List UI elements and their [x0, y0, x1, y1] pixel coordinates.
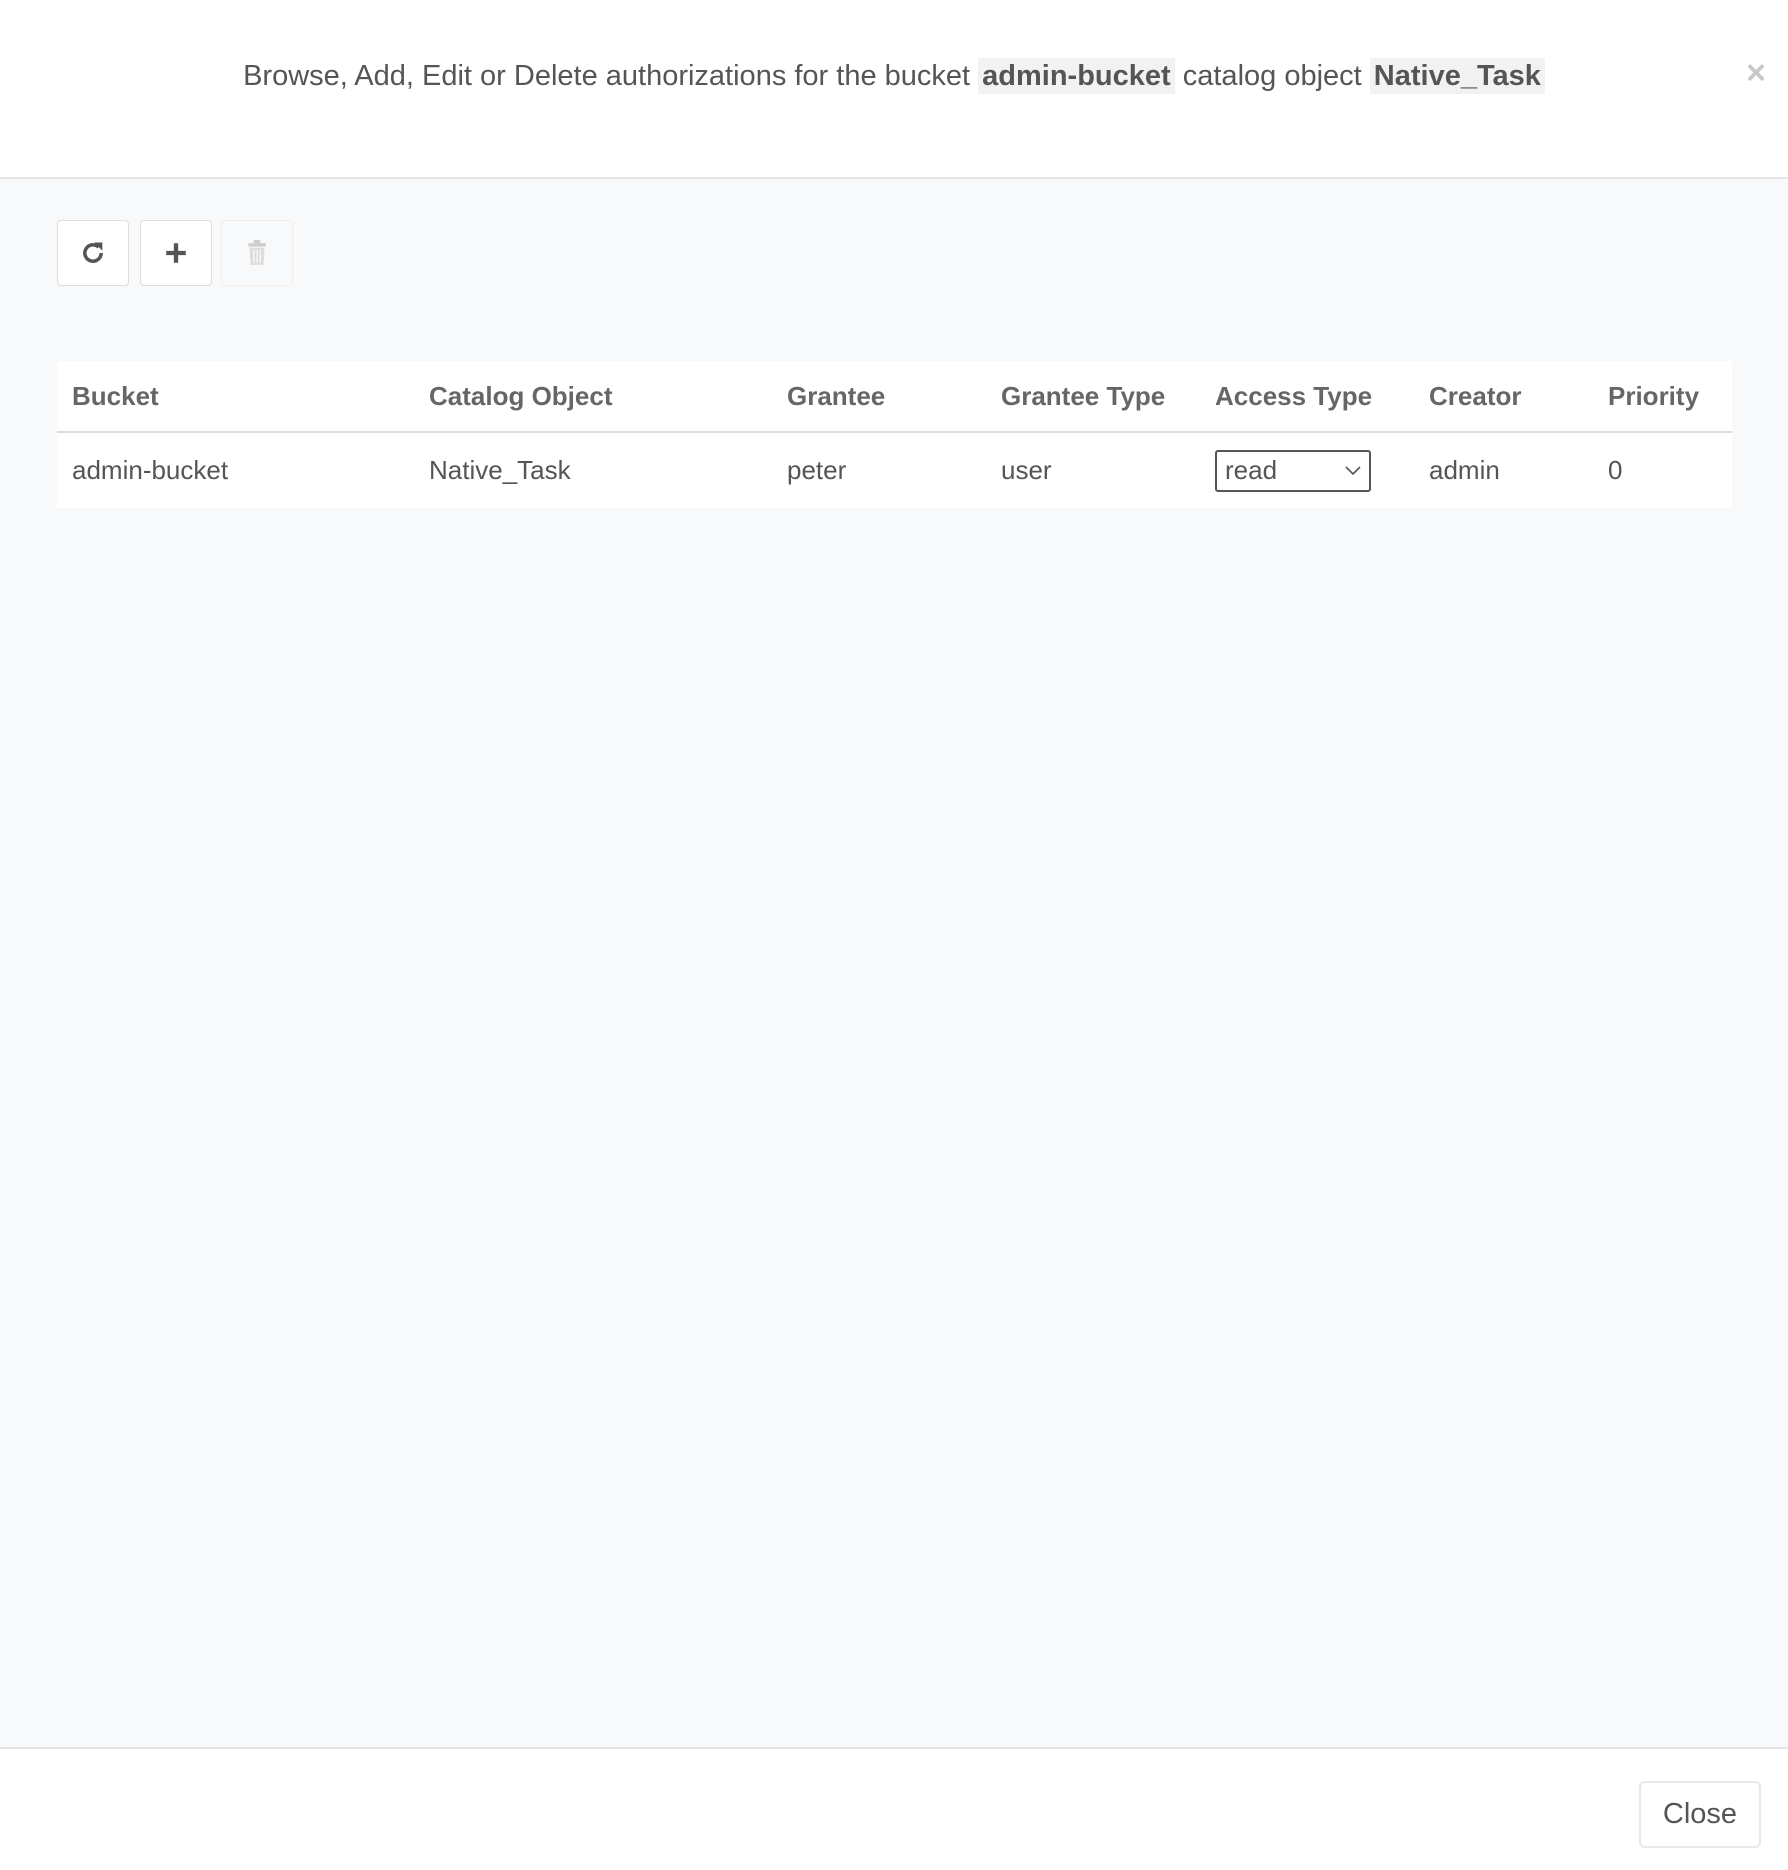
table-row[interactable]: admin-bucket Native_Task peter user read…	[57, 432, 1732, 508]
delete-button[interactable]	[221, 220, 293, 286]
cell-catalog-object: Native_Task	[429, 455, 571, 485]
access-type-select[interactable]: read	[1215, 449, 1371, 492]
modal-footer: Close	[0, 1747, 1788, 1870]
add-button[interactable]	[140, 220, 212, 286]
modal-header: Browse, Add, Edit or Delete authorizatio…	[0, 0, 1788, 179]
cell-grantee: peter	[787, 455, 847, 485]
trash-icon	[248, 240, 266, 265]
object-name: Native_Task	[1369, 58, 1545, 94]
chevron-down-icon	[1345, 465, 1361, 475]
refresh-icon	[83, 242, 103, 263]
modal-body: Bucket Catalog Object Grantee Grantee Ty…	[0, 179, 1788, 1747]
authorizations-table: Bucket Catalog Object Grantee Grantee Ty…	[57, 361, 1732, 508]
close-button[interactable]: Close	[1639, 1781, 1761, 1848]
close-icon[interactable]: ×	[1746, 56, 1766, 90]
plus-icon	[166, 243, 186, 263]
cell-grantee-type: user	[1001, 455, 1052, 485]
cell-priority: 0	[1608, 455, 1623, 485]
col-bucket[interactable]: Bucket	[57, 361, 414, 433]
col-catalog-object[interactable]: Catalog Object	[414, 361, 772, 433]
col-access-type[interactable]: Access Type	[1200, 361, 1414, 433]
refresh-button[interactable]	[57, 220, 129, 286]
cell-access-type: read	[1200, 432, 1414, 508]
col-grantee[interactable]: Grantee	[772, 361, 986, 433]
col-priority[interactable]: Priority	[1593, 361, 1732, 433]
col-grantee-type[interactable]: Grantee Type	[986, 361, 1200, 433]
modal-title: Browse, Add, Edit or Delete authorizatio…	[0, 58, 1788, 94]
cell-bucket: admin-bucket	[72, 455, 229, 485]
bucket-name: admin-bucket	[978, 58, 1175, 94]
table-header-row: Bucket Catalog Object Grantee Grantee Ty…	[57, 361, 1732, 433]
cell-creator: admin	[1429, 455, 1500, 485]
col-creator[interactable]: Creator	[1414, 361, 1593, 433]
